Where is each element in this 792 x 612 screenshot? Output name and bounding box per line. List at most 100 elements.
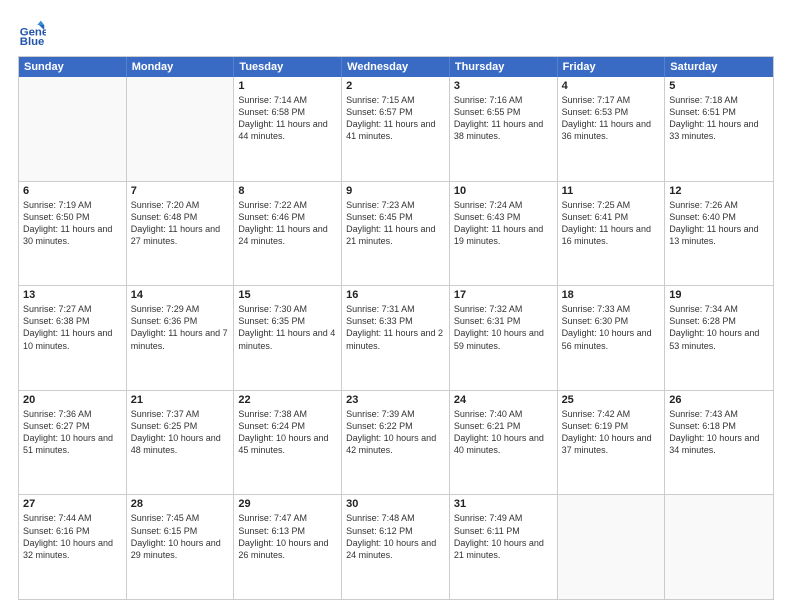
weekday-header-tuesday: Tuesday xyxy=(234,57,342,77)
day-info: Sunrise: 7:24 AM Sunset: 6:43 PM Dayligh… xyxy=(454,199,553,248)
day-info: Sunrise: 7:37 AM Sunset: 6:25 PM Dayligh… xyxy=(131,408,230,457)
calendar-cell-27: 27 Sunrise: 7:44 AM Sunset: 6:16 PM Dayli… xyxy=(19,495,127,599)
day-info: Sunrise: 7:16 AM Sunset: 6:55 PM Dayligh… xyxy=(454,94,553,143)
calendar-cell-4: 4 Sunrise: 7:17 AM Sunset: 6:53 PM Daylig… xyxy=(558,77,666,181)
day-number: 20 xyxy=(23,394,122,406)
day-info: Sunrise: 7:40 AM Sunset: 6:21 PM Dayligh… xyxy=(454,408,553,457)
calendar-cell-1: 1 Sunrise: 7:14 AM Sunset: 6:58 PM Daylig… xyxy=(234,77,342,181)
calendar-cell-30: 30Sunrise: 7:48 AM Sunset: 6:12 PM Dayli… xyxy=(342,495,450,599)
day-number: 23 xyxy=(346,394,445,406)
calendar-row-5: 27 Sunrise: 7:44 AM Sunset: 6:16 PM Dayli… xyxy=(19,494,773,599)
day-number: 27 xyxy=(23,498,122,510)
day-number: 4 xyxy=(562,80,661,92)
calendar-cell-8: 8Sunrise: 7:22 AM Sunset: 6:46 PM Daylig… xyxy=(234,182,342,286)
day-number: 16 xyxy=(346,289,445,301)
day-info: Sunrise: 7:45 AM Sunset: 6:15 PM Dayligh… xyxy=(131,512,230,561)
day-number: 19 xyxy=(669,289,769,301)
day-number: 28 xyxy=(131,498,230,510)
logo: General Blue xyxy=(18,18,50,46)
day-number: 14 xyxy=(131,289,230,301)
day-number: 31 xyxy=(454,498,553,510)
day-info: Sunrise: 7:44 AM Sunset: 6:16 PM Dayligh… xyxy=(23,512,122,561)
calendar-cell-9: 9Sunrise: 7:23 AM Sunset: 6:45 PM Daylig… xyxy=(342,182,450,286)
day-info: Sunrise: 7:23 AM Sunset: 6:45 PM Dayligh… xyxy=(346,199,445,248)
day-number: 18 xyxy=(562,289,661,301)
day-info: Sunrise: 7:18 AM Sunset: 6:51 PM Dayligh… xyxy=(669,94,769,143)
day-number: 22 xyxy=(238,394,337,406)
weekday-header-monday: Monday xyxy=(127,57,235,77)
calendar-row-2: 6 Sunrise: 7:19 AM Sunset: 6:50 PM Daylig… xyxy=(19,181,773,286)
day-number: 26 xyxy=(669,394,769,406)
day-info: Sunrise: 7:29 AM Sunset: 6:36 PM Dayligh… xyxy=(131,303,230,352)
day-number: 2 xyxy=(346,80,445,92)
calendar-cell-29: 29Sunrise: 7:47 AM Sunset: 6:13 PM Dayli… xyxy=(234,495,342,599)
day-number: 11 xyxy=(562,185,661,197)
calendar-cell-10: 10 Sunrise: 7:24 AM Sunset: 6:43 PM Dayli… xyxy=(450,182,558,286)
calendar-row-4: 20 Sunrise: 7:36 AM Sunset: 6:27 PM Dayli… xyxy=(19,390,773,495)
calendar-cell-24: 24 Sunrise: 7:40 AM Sunset: 6:21 PM Dayli… xyxy=(450,391,558,495)
calendar-cell-22: 22Sunrise: 7:38 AM Sunset: 6:24 PM Dayli… xyxy=(234,391,342,495)
day-number: 30 xyxy=(346,498,445,510)
calendar-cell-13: 13 Sunrise: 7:27 AM Sunset: 6:38 PM Dayli… xyxy=(19,286,127,390)
day-info: Sunrise: 7:15 AM Sunset: 6:57 PM Dayligh… xyxy=(346,94,445,143)
weekday-header-wednesday: Wednesday xyxy=(342,57,450,77)
calendar-cell-2: 2 Sunrise: 7:15 AM Sunset: 6:57 PM Daylig… xyxy=(342,77,450,181)
day-number: 10 xyxy=(454,185,553,197)
day-info: Sunrise: 7:34 AM Sunset: 6:28 PM Dayligh… xyxy=(669,303,769,352)
calendar-cell-17: 17Sunrise: 7:32 AM Sunset: 6:31 PM Dayli… xyxy=(450,286,558,390)
day-info: Sunrise: 7:27 AM Sunset: 6:38 PM Dayligh… xyxy=(23,303,122,352)
calendar-cell-31: 31 Sunrise: 7:49 AM Sunset: 6:11 PM Dayli… xyxy=(450,495,558,599)
calendar: SundayMondayTuesdayWednesdayThursdayFrid… xyxy=(18,56,774,600)
calendar-cell-3: 3Sunrise: 7:16 AM Sunset: 6:55 PM Daylig… xyxy=(450,77,558,181)
day-number: 25 xyxy=(562,394,661,406)
calendar-cell-26: 26 Sunrise: 7:43 AM Sunset: 6:18 PM Dayli… xyxy=(665,391,773,495)
calendar-cell-5: 5 Sunrise: 7:18 AM Sunset: 6:51 PM Daylig… xyxy=(665,77,773,181)
day-info: Sunrise: 7:42 AM Sunset: 6:19 PM Dayligh… xyxy=(562,408,661,457)
calendar-cell-21: 21 Sunrise: 7:37 AM Sunset: 6:25 PM Dayli… xyxy=(127,391,235,495)
day-number: 15 xyxy=(238,289,337,301)
calendar-cell-empty-0-0 xyxy=(19,77,127,181)
day-info: Sunrise: 7:19 AM Sunset: 6:50 PM Dayligh… xyxy=(23,199,122,248)
calendar-cell-empty-4-6 xyxy=(665,495,773,599)
calendar-body: 1 Sunrise: 7:14 AM Sunset: 6:58 PM Daylig… xyxy=(19,77,773,599)
day-number: 6 xyxy=(23,185,122,197)
day-number: 29 xyxy=(238,498,337,510)
calendar-cell-20: 20 Sunrise: 7:36 AM Sunset: 6:27 PM Dayli… xyxy=(19,391,127,495)
calendar-cell-23: 23 Sunrise: 7:39 AM Sunset: 6:22 PM Dayli… xyxy=(342,391,450,495)
day-number: 17 xyxy=(454,289,553,301)
day-info: Sunrise: 7:30 AM Sunset: 6:35 PM Dayligh… xyxy=(238,303,337,352)
day-number: 1 xyxy=(238,80,337,92)
day-number: 21 xyxy=(131,394,230,406)
day-info: Sunrise: 7:22 AM Sunset: 6:46 PM Dayligh… xyxy=(238,199,337,248)
day-info: Sunrise: 7:49 AM Sunset: 6:11 PM Dayligh… xyxy=(454,512,553,561)
weekday-header-sunday: Sunday xyxy=(19,57,127,77)
calendar-row-1: 1 Sunrise: 7:14 AM Sunset: 6:58 PM Daylig… xyxy=(19,77,773,181)
calendar-cell-empty-0-1 xyxy=(127,77,235,181)
calendar-weekday-header: SundayMondayTuesdayWednesdayThursdayFrid… xyxy=(19,57,773,77)
calendar-cell-16: 16 Sunrise: 7:31 AM Sunset: 6:33 PM Dayli… xyxy=(342,286,450,390)
calendar-header: General Blue xyxy=(18,18,774,46)
calendar-cell-28: 28 Sunrise: 7:45 AM Sunset: 6:15 PM Dayli… xyxy=(127,495,235,599)
day-info: Sunrise: 7:43 AM Sunset: 6:18 PM Dayligh… xyxy=(669,408,769,457)
day-info: Sunrise: 7:36 AM Sunset: 6:27 PM Dayligh… xyxy=(23,408,122,457)
day-info: Sunrise: 7:14 AM Sunset: 6:58 PM Dayligh… xyxy=(238,94,337,143)
calendar-cell-6: 6 Sunrise: 7:19 AM Sunset: 6:50 PM Daylig… xyxy=(19,182,127,286)
day-number: 7 xyxy=(131,185,230,197)
logo-icon: General Blue xyxy=(18,18,46,46)
day-info: Sunrise: 7:17 AM Sunset: 6:53 PM Dayligh… xyxy=(562,94,661,143)
day-info: Sunrise: 7:25 AM Sunset: 6:41 PM Dayligh… xyxy=(562,199,661,248)
day-number: 13 xyxy=(23,289,122,301)
calendar-row-3: 13 Sunrise: 7:27 AM Sunset: 6:38 PM Dayli… xyxy=(19,285,773,390)
day-info: Sunrise: 7:33 AM Sunset: 6:30 PM Dayligh… xyxy=(562,303,661,352)
calendar-cell-empty-4-5 xyxy=(558,495,666,599)
day-info: Sunrise: 7:31 AM Sunset: 6:33 PM Dayligh… xyxy=(346,303,445,352)
day-number: 5 xyxy=(669,80,769,92)
calendar-cell-15: 15 Sunrise: 7:30 AM Sunset: 6:35 PM Dayli… xyxy=(234,286,342,390)
day-number: 24 xyxy=(454,394,553,406)
calendar-cell-14: 14 Sunrise: 7:29 AM Sunset: 6:36 PM Dayli… xyxy=(127,286,235,390)
svg-text:Blue: Blue xyxy=(20,36,45,46)
weekday-header-thursday: Thursday xyxy=(450,57,558,77)
calendar-cell-25: 25 Sunrise: 7:42 AM Sunset: 6:19 PM Dayli… xyxy=(558,391,666,495)
day-info: Sunrise: 7:20 AM Sunset: 6:48 PM Dayligh… xyxy=(131,199,230,248)
day-info: Sunrise: 7:39 AM Sunset: 6:22 PM Dayligh… xyxy=(346,408,445,457)
